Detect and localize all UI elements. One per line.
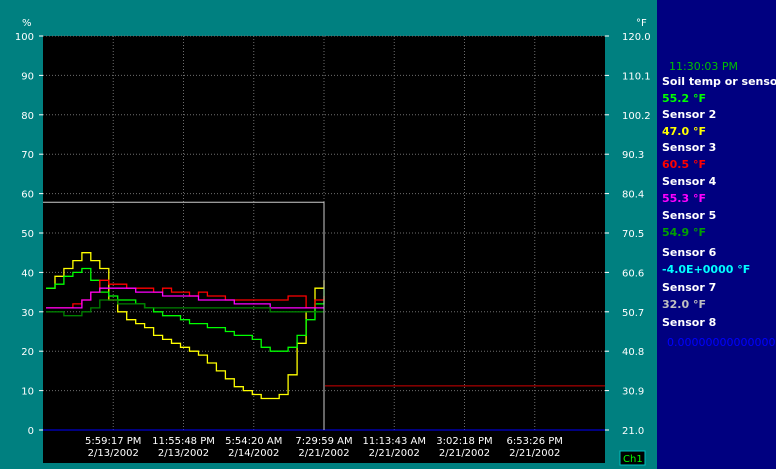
right-tick-label: 50.7 (622, 308, 644, 319)
left-tick-label: 60 (21, 190, 34, 201)
x-tick-time: 3:02:18 PM (436, 436, 492, 447)
sensor-label: Soil temp or sensor 1 (662, 75, 776, 88)
sensor-label: Sensor 2 (662, 108, 717, 121)
left-tick-label: 20 (21, 347, 34, 358)
x-tick-time: 11:55:48 PM (152, 436, 215, 447)
x-tick-date: 2/21/2002 (298, 448, 349, 459)
left-tick-label: 30 (21, 308, 34, 319)
sensor-value: 54.9 °F (662, 226, 706, 239)
x-tick-time: 7:29:59 AM (295, 436, 352, 447)
x-tick-time: 11:13:43 AM (362, 436, 426, 447)
right-tick-label: 110.1 (622, 71, 651, 82)
left-tick-label: 90 (21, 71, 34, 82)
left-tick-label: 100 (15, 32, 34, 43)
sensor-label: Sensor 3 (662, 141, 717, 154)
sensor-value: 55.2 °F (662, 92, 706, 105)
x-tick-date: 2/13/2002 (158, 448, 209, 459)
sensor-label: Sensor 7 (662, 281, 717, 294)
sensor-panel: 11:30:03 PM Soil temp or sensor 1 55.2 °F… (657, 0, 776, 469)
x-tick-time: 6:53:26 PM (507, 436, 563, 447)
right-tick-label: 90.3 (622, 150, 644, 161)
left-tick-label: 10 (21, 387, 34, 398)
x-tick-date: 2/21/2002 (509, 448, 560, 459)
left-tick-label: 0 (28, 426, 34, 437)
right-tick-label: 70.5 (622, 229, 644, 240)
x-tick-date: 2/21/2002 (439, 448, 490, 459)
left-axis-unit: % (22, 18, 32, 29)
right-tick-label: 60.6 (622, 268, 644, 279)
right-tick-label: 80.4 (622, 190, 644, 201)
x-tick-time: 5:54:20 AM (225, 436, 282, 447)
right-tick-label: 120.0 (622, 32, 651, 43)
sensor-value: 0.000000000000000 (667, 336, 776, 349)
x-tick-date: 2/21/2002 (369, 448, 420, 459)
sensor-value: 55.3 °F (662, 192, 706, 205)
chart: 100 120.090 110.180 100.270 90.360 80.450 70.5… (0, 0, 660, 469)
sensor-value: 60.5 °F (662, 158, 706, 171)
right-tick-label: 21.0 (622, 426, 644, 437)
sensor-value: 32.0 °F (662, 298, 706, 311)
right-tick-label: 40.8 (622, 347, 644, 358)
left-tick-label: 70 (21, 150, 34, 161)
left-tick-label: 40 (21, 268, 34, 279)
x-tick-date: 2/13/2002 (88, 448, 139, 459)
sensor-value: -4.0E+0000 °F (662, 263, 751, 276)
right-axis-unit: °F (636, 18, 647, 29)
right-tick-label: 30.9 (622, 387, 644, 398)
sensor-label: Sensor 4 (662, 175, 717, 188)
right-tick-label: 100.2 (622, 111, 651, 122)
x-tick-date: 2/14/2002 (228, 448, 279, 459)
left-tick-label: 80 (21, 111, 34, 122)
sensor-label: Sensor 6 (662, 246, 717, 259)
sensor-label: Sensor 8 (662, 316, 717, 329)
sensor-value: 47.0 °F (662, 125, 706, 138)
x-tick-time: 5:59:17 PM (85, 436, 141, 447)
channel-label: Ch1 (623, 454, 643, 465)
sensor-label: Sensor 5 (662, 209, 717, 222)
current-time: 11:30:03 PM (669, 60, 739, 73)
left-tick-label: 50 (21, 229, 34, 240)
